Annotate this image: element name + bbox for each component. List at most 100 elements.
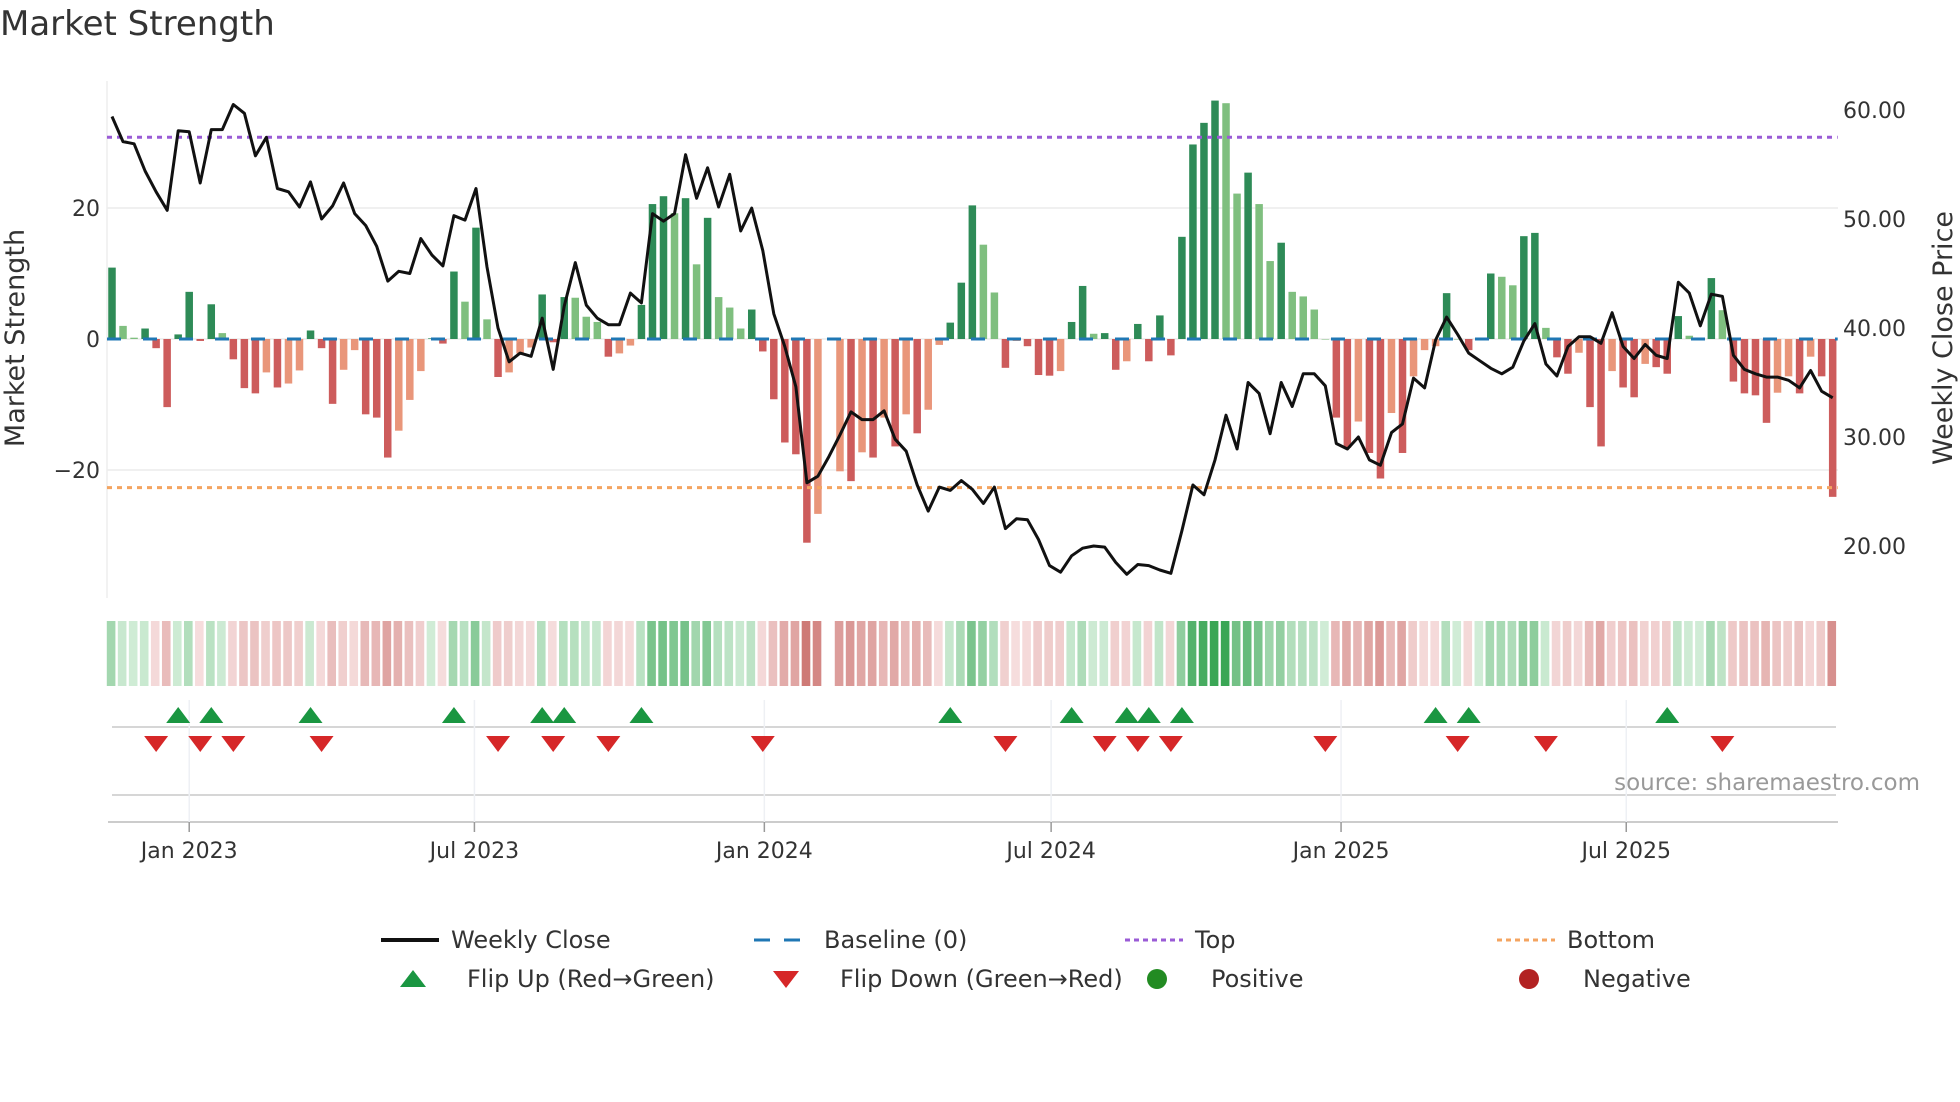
strength-bar xyxy=(1784,339,1793,377)
strength-heat-cell xyxy=(1419,621,1428,686)
flip-up-marker xyxy=(1423,707,1448,723)
strength-heat-cell xyxy=(1507,621,1517,686)
strength-heat-cell xyxy=(812,621,822,686)
strength-bar xyxy=(1553,339,1561,358)
strength-bar xyxy=(836,339,844,472)
strength-bar xyxy=(185,291,193,339)
strength-heat-cell xyxy=(371,621,381,686)
strength-heat-cell xyxy=(636,621,645,686)
y2-tick-label: 50.00 xyxy=(1843,208,1906,233)
strength-bar xyxy=(1817,339,1826,377)
strength-bar xyxy=(681,198,690,339)
strength-bar xyxy=(692,264,701,339)
strength-bar xyxy=(1806,339,1815,357)
strength-bar xyxy=(108,267,116,339)
y2-axis-title: Weekly Close Price xyxy=(1928,211,1959,465)
strength-bar xyxy=(1608,339,1616,372)
strength-heat-cell xyxy=(625,621,634,686)
strength-bar xyxy=(1575,339,1583,353)
strength-heat-cell xyxy=(967,621,976,686)
flip-up-marker xyxy=(552,707,577,723)
strength-bar xyxy=(968,205,977,339)
strength-heat-cell xyxy=(139,621,149,686)
strength-heat-cell xyxy=(1761,621,1770,686)
strength-bar xyxy=(615,339,624,354)
strength-bar xyxy=(1156,315,1164,339)
strength-bar xyxy=(725,307,734,339)
strength-heat-cell xyxy=(1099,621,1109,686)
strength-heat-cell xyxy=(934,621,943,686)
strength-heat-cell xyxy=(978,621,987,686)
strength-heat-cell xyxy=(195,621,204,686)
strength-heat-cell xyxy=(1309,621,1318,686)
flip-up-marker xyxy=(938,707,963,723)
strength-heat-cell xyxy=(900,621,910,686)
strength-heat-cell xyxy=(669,621,678,686)
strength-bar xyxy=(714,297,723,339)
flip-down-marker xyxy=(541,736,566,752)
strength-bar xyxy=(902,339,910,415)
triangle-down-icon xyxy=(773,971,799,988)
strength-heat-cell xyxy=(1684,621,1693,686)
strength-heat-cell xyxy=(989,621,998,686)
strength-bar xyxy=(1277,242,1285,339)
strength-heat-cell xyxy=(150,621,160,686)
strength-heat-cell xyxy=(1132,621,1142,686)
strength-heat-cell xyxy=(1706,621,1715,686)
strength-heat-cell xyxy=(106,621,116,686)
strength-heat-cell xyxy=(1662,621,1671,686)
strength-bar xyxy=(1288,291,1296,339)
strength-bar xyxy=(1078,285,1087,339)
strength-heat-cell xyxy=(415,621,425,686)
strength-bar xyxy=(946,322,955,339)
flip-down-marker xyxy=(1445,736,1470,752)
strength-bar xyxy=(637,304,646,339)
strength-heat-cell xyxy=(658,621,667,686)
strength-heat-cell xyxy=(305,621,314,686)
strength-heat-cell xyxy=(779,621,789,686)
strength-bar xyxy=(284,339,293,384)
strength-heat-cell xyxy=(856,621,866,686)
strength-bar xyxy=(1641,339,1649,364)
strength-heat-cell xyxy=(1551,621,1561,686)
flip-down-marker xyxy=(486,736,511,752)
strength-heat-cell xyxy=(647,621,656,686)
strength-heat-cell xyxy=(492,621,502,686)
flip-down-marker xyxy=(1710,736,1735,752)
strength-bar xyxy=(1332,339,1341,418)
strength-heat-cell xyxy=(1584,621,1594,686)
strength-heat-cell xyxy=(1209,621,1219,686)
flip-down-marker xyxy=(309,736,334,752)
strength-heat-cell xyxy=(1573,621,1583,686)
strength-bar xyxy=(350,339,359,351)
strength-bar xyxy=(593,321,602,339)
strength-bar xyxy=(582,316,591,339)
strength-bar xyxy=(229,339,238,360)
strength-bar xyxy=(626,339,635,346)
y2-tick-label: 20.00 xyxy=(1843,535,1906,560)
strength-heat-cell xyxy=(1816,621,1826,686)
strength-heat-cell xyxy=(790,621,800,686)
legend-label: Negative xyxy=(1583,965,1691,993)
legend-label: Flip Down (Green→Red) xyxy=(840,965,1123,993)
strength-bar xyxy=(1200,122,1208,339)
strength-heat-cell xyxy=(1198,621,1208,686)
strength-heat-cell xyxy=(1154,621,1164,686)
strength-heat-cell xyxy=(272,621,281,686)
strength-heat-cell xyxy=(1452,621,1462,686)
legend-label: Flip Up (Red→Green) xyxy=(467,965,715,993)
strength-bar xyxy=(1134,323,1142,339)
strength-heat-cell xyxy=(349,621,359,686)
strength-bar xyxy=(295,339,304,371)
flip-down-marker xyxy=(144,736,169,752)
strength-heat-cell xyxy=(1011,621,1020,686)
strength-bar xyxy=(163,339,171,408)
strength-heat-cell xyxy=(1275,621,1285,686)
legend-line-icon xyxy=(381,938,439,942)
strength-heat-cell xyxy=(1176,621,1186,686)
strength-bar xyxy=(1542,327,1550,339)
strength-heat-cell xyxy=(1397,621,1406,686)
strength-bar xyxy=(747,309,756,339)
flip-up-marker xyxy=(298,707,323,723)
strength-bar xyxy=(461,301,469,339)
